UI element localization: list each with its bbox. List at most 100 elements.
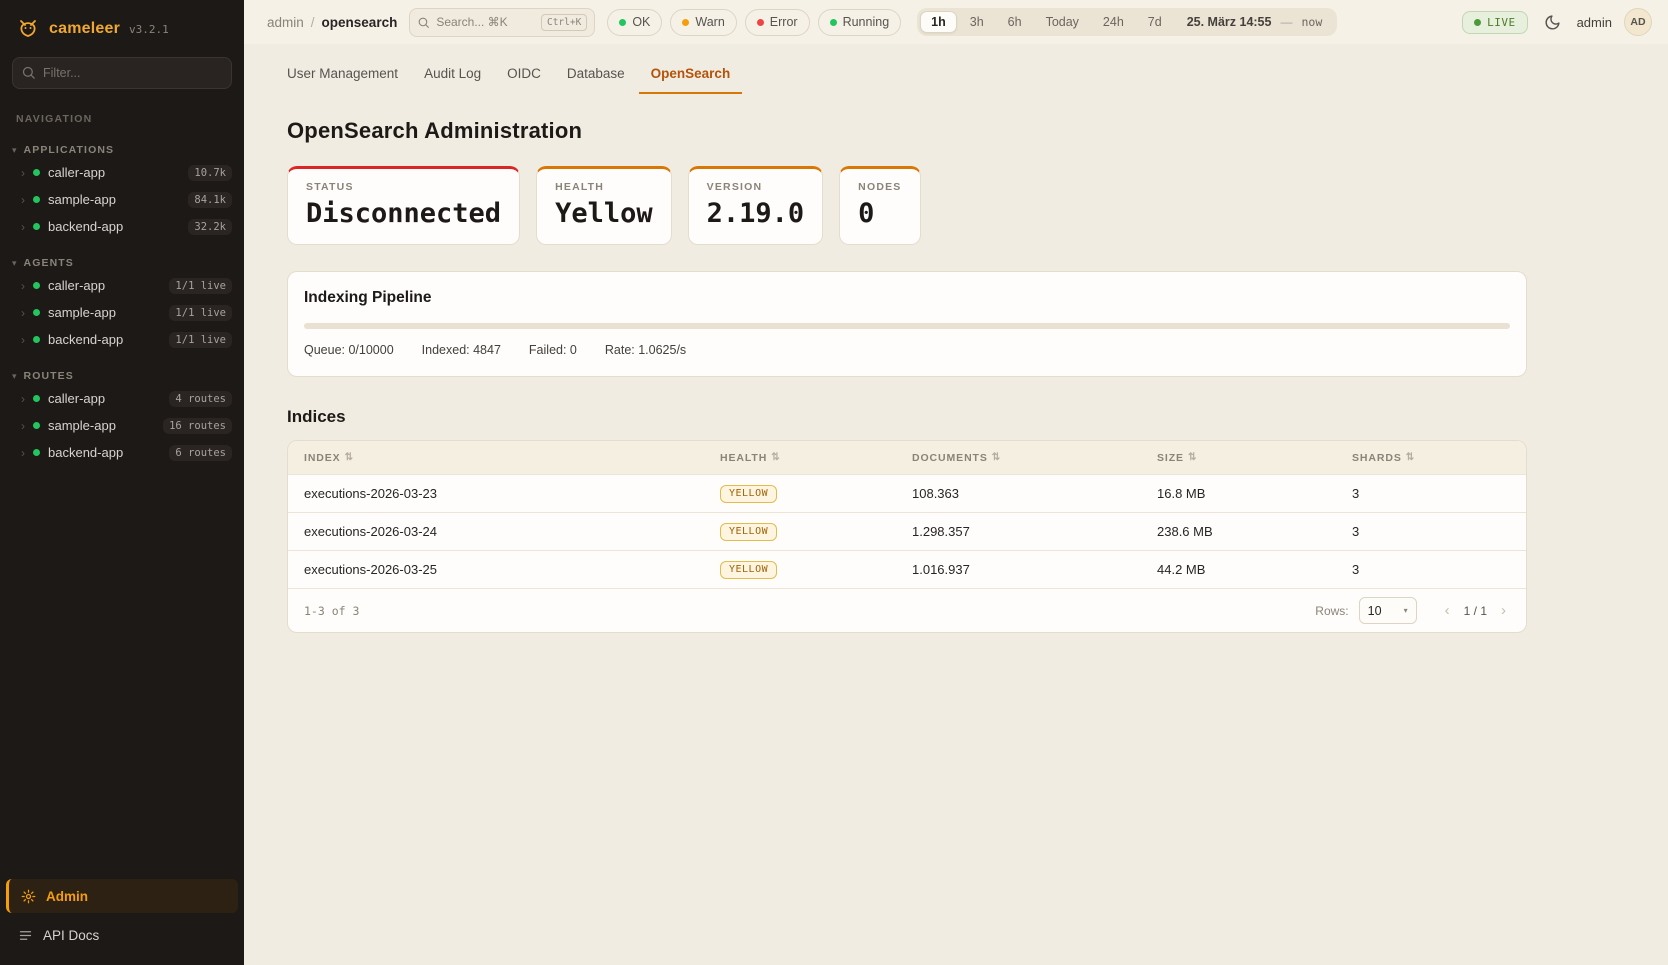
range-24h[interactable]: 24h: [1092, 11, 1135, 33]
gear-icon: [21, 889, 36, 904]
column-header-health[interactable]: HEALTH ⇅: [720, 452, 912, 464]
breadcrumb-parent[interactable]: admin: [267, 15, 304, 30]
stat-label: NODES: [858, 181, 901, 193]
range-today[interactable]: Today: [1035, 11, 1090, 33]
status-dot: [33, 449, 40, 456]
column-header-documents[interactable]: DOCUMENTS ⇅: [912, 452, 1157, 464]
stat-card-status: STATUS Disconnected: [287, 166, 520, 245]
sidebar-item-agent-sample[interactable]: › sample-app 1/1 live: [0, 299, 244, 326]
chip-label: Error: [770, 15, 798, 29]
status-dot: [33, 336, 40, 343]
section-label: ROUTES: [24, 370, 74, 382]
pipeline-stat-failed: Failed: 0: [529, 343, 577, 357]
stat-label: STATUS: [306, 181, 501, 193]
pagination: ‹ 1 / 1 ›: [1441, 600, 1510, 621]
item-label: sample-app: [48, 305, 116, 320]
sidebar-item-route-backend[interactable]: › backend-app 6 routes: [0, 439, 244, 466]
section-header-agents[interactable]: ▾ AGENTS: [0, 254, 244, 272]
sidebar-item-agent-caller[interactable]: › caller-app 1/1 live: [0, 272, 244, 299]
error-dot: [757, 19, 764, 26]
table-row[interactable]: executions-2026-03-25 YELLOW 1.016.937 4…: [288, 550, 1526, 588]
sidebar-item-app-backend[interactable]: › backend-app 32.2k: [0, 213, 244, 240]
tab-oidc[interactable]: OIDC: [495, 57, 553, 94]
search-icon: [21, 65, 36, 80]
tab-audit-log[interactable]: Audit Log: [412, 57, 493, 94]
section-label: AGENTS: [24, 257, 74, 269]
tab-opensearch[interactable]: OpenSearch: [639, 57, 743, 94]
filter-chip-error[interactable]: Error: [745, 9, 810, 36]
running-dot: [830, 19, 837, 26]
table-row[interactable]: executions-2026-03-24 YELLOW 1.298.357 2…: [288, 512, 1526, 550]
sidebar-item-app-caller[interactable]: › caller-app 10.7k: [0, 159, 244, 186]
time-range-selector: 1h 3h 6h Today 24h 7d 25. März 14:55 — n…: [917, 8, 1337, 36]
item-label: sample-app: [48, 192, 116, 207]
range-3h[interactable]: 3h: [959, 11, 995, 33]
section-header-routes[interactable]: ▾ ROUTES: [0, 367, 244, 385]
caret-down-icon: ▾: [12, 145, 17, 156]
filter-input[interactable]: [12, 57, 232, 89]
range-6h[interactable]: 6h: [997, 11, 1033, 33]
column-header-shards[interactable]: SHARDS ⇅: [1352, 452, 1510, 464]
global-search[interactable]: Ctrl+K: [409, 8, 595, 37]
cell-index: executions-2026-03-25: [304, 562, 720, 577]
health-badge: YELLOW: [720, 485, 777, 503]
status-dot: [33, 395, 40, 402]
filter-chip-warn[interactable]: Warn: [670, 9, 736, 36]
sort-icon: ⇅: [1406, 452, 1415, 463]
cell-documents: 1.298.357: [912, 524, 1157, 539]
rows-per-page-label: Rows:: [1315, 604, 1348, 618]
range-7d[interactable]: 7d: [1137, 11, 1173, 33]
prev-page-button[interactable]: ‹: [1441, 600, 1454, 621]
item-badge: 32.2k: [188, 219, 232, 235]
topbar-right: LIVE admin AD: [1462, 8, 1652, 36]
app-name: cameleer: [49, 20, 120, 38]
cell-size: 238.6 MB: [1157, 524, 1352, 539]
cell-size: 16.8 MB: [1157, 486, 1352, 501]
warn-dot: [682, 19, 689, 26]
ok-dot: [619, 19, 626, 26]
column-header-size[interactable]: SIZE ⇅: [1157, 452, 1352, 464]
item-badge: 84.1k: [188, 192, 232, 208]
section-applications: ▾ APPLICATIONS › caller-app 10.7k › samp…: [0, 141, 244, 240]
sidebar-item-route-caller[interactable]: › caller-app 4 routes: [0, 385, 244, 412]
time-range-display[interactable]: 25. März 14:55 — now: [1175, 15, 1335, 29]
live-dot: [1474, 19, 1481, 26]
sidebar-item-route-sample[interactable]: › sample-app 16 routes: [0, 412, 244, 439]
pipeline-title: Indexing Pipeline: [304, 289, 1510, 307]
chip-label: Running: [843, 15, 890, 29]
cell-index: executions-2026-03-23: [304, 486, 720, 501]
filter-chip-ok[interactable]: OK: [607, 9, 662, 36]
pipeline-progress: [304, 323, 1510, 329]
username: admin: [1577, 15, 1612, 30]
sidebar-item-api-docs[interactable]: API Docs: [0, 919, 244, 951]
range-1h[interactable]: 1h: [920, 11, 957, 33]
item-badge: 4 routes: [169, 391, 232, 407]
sidebar-item-app-sample[interactable]: › sample-app 84.1k: [0, 186, 244, 213]
table-row[interactable]: executions-2026-03-23 YELLOW 108.363 16.…: [288, 474, 1526, 512]
content-column: admin / opensearch Ctrl+K OK Warn Error: [244, 0, 1668, 965]
rows-per-page-select[interactable]: 10 ▾: [1359, 597, 1417, 624]
sidebar-item-agent-backend[interactable]: › backend-app 1/1 live: [0, 326, 244, 353]
next-page-button[interactable]: ›: [1497, 600, 1510, 621]
avatar[interactable]: AD: [1624, 8, 1652, 36]
section-header-applications[interactable]: ▾ APPLICATIONS: [0, 141, 244, 159]
tab-database[interactable]: Database: [555, 57, 637, 94]
theme-toggle[interactable]: [1540, 10, 1565, 35]
pipeline-stats: Queue: 0/10000 Indexed: 4847 Failed: 0 R…: [304, 343, 1510, 357]
sidebar: cameleer v3.2.1 NAVIGATION ▾ APPLICATION…: [0, 0, 244, 965]
search-icon: [417, 16, 430, 29]
admin-tabs: User Management Audit Log OIDC Database …: [275, 44, 1527, 94]
indices-table: INDEX ⇅ HEALTH ⇅ DOCUMENTS ⇅ SIZE ⇅: [287, 440, 1527, 633]
tab-user-management[interactable]: User Management: [275, 57, 410, 94]
cell-shards: 3: [1352, 486, 1510, 501]
filter-chip-running[interactable]: Running: [818, 9, 902, 36]
column-header-index[interactable]: INDEX ⇅: [304, 452, 720, 464]
main-content: User Management Audit Log OIDC Database …: [244, 44, 1668, 965]
breadcrumb: admin / opensearch: [267, 15, 397, 30]
stat-card-nodes: NODES 0: [839, 166, 920, 245]
section-agents: ▾ AGENTS › caller-app 1/1 live › sample-…: [0, 254, 244, 353]
stat-value: 2.19.0: [707, 198, 805, 229]
sidebar-item-admin[interactable]: Admin: [6, 879, 238, 913]
live-toggle[interactable]: LIVE: [1462, 11, 1528, 34]
search-input[interactable]: [436, 15, 535, 29]
